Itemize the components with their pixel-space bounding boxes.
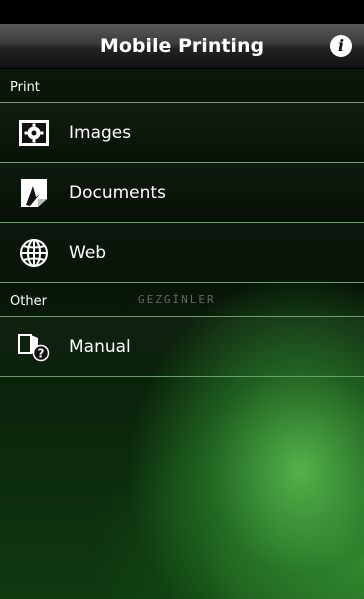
document-icon <box>21 179 47 207</box>
list-item-documents[interactable]: Documents <box>0 163 364 223</box>
app-title: Mobile Printing <box>99 35 265 57</box>
watermark-text: GEZGİNLER <box>138 293 216 306</box>
list-item-label: Documents <box>69 183 166 203</box>
list-item-label: Manual <box>69 337 131 357</box>
svg-text:?: ? <box>38 347 45 361</box>
list-item-label: Images <box>69 123 132 143</box>
manual-icon: ? <box>18 334 50 362</box>
globe-icon <box>20 239 48 267</box>
list-item-web[interactable]: Web <box>0 223 364 283</box>
list-item-manual[interactable]: ? Manual <box>0 317 364 377</box>
image-icon <box>19 120 49 146</box>
section-header-print: Print <box>0 73 364 103</box>
title-bar: Mobile Printing i <box>0 24 364 69</box>
info-icon[interactable]: i <box>330 35 352 57</box>
status-bar <box>0 0 364 24</box>
screen: Mobile Printing i Print Images Documents <box>0 0 364 599</box>
list-item-images[interactable]: Images <box>0 103 364 163</box>
list-item-label: Web <box>69 243 107 263</box>
